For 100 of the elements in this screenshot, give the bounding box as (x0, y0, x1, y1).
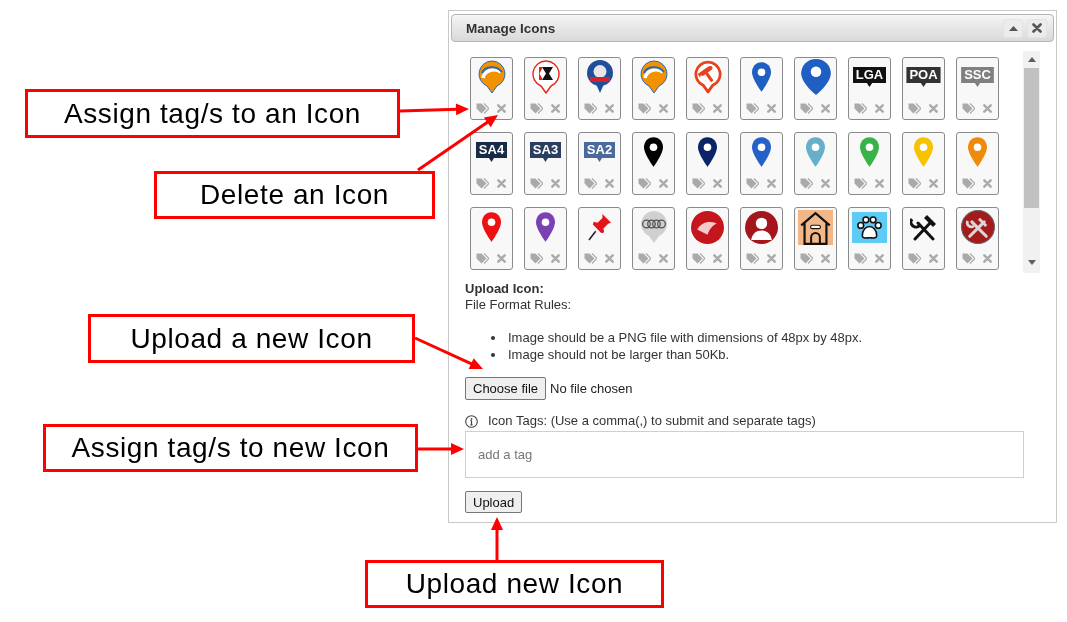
cross-icon[interactable] (875, 254, 884, 263)
tag-icon[interactable] (638, 178, 651, 189)
cross-icon[interactable] (497, 104, 506, 113)
section-heading: Upload Icon: (465, 281, 545, 297)
tag-icon[interactable] (638, 103, 651, 114)
cross-icon[interactable] (767, 104, 776, 113)
tag-icon[interactable] (962, 103, 975, 114)
info-icon (465, 414, 478, 428)
cross-icon[interactable] (497, 179, 506, 188)
cross-icon[interactable] (929, 104, 938, 113)
close-icon (1032, 23, 1042, 33)
cross-icon[interactable] (767, 254, 776, 263)
scrollbar-thumb[interactable] (1024, 68, 1039, 208)
label-marker: LGA (852, 67, 887, 87)
callout-label: Assign tag/s to new Icon (43, 424, 418, 472)
cross-icon[interactable] (659, 179, 668, 188)
tag-icon[interactable] (476, 178, 489, 189)
cross-icon[interactable] (875, 179, 884, 188)
cross-icon[interactable] (713, 254, 722, 263)
callout-label: Upload a new Icon (88, 314, 415, 363)
pushpin-icon (587, 213, 612, 241)
logo-balloon-icon (531, 60, 560, 94)
tag-icon[interactable] (584, 253, 597, 264)
upload-button[interactable]: Upload (465, 491, 523, 513)
label-marker: SA2 (583, 142, 616, 162)
cross-icon[interactable] (767, 179, 776, 188)
tag-icon[interactable] (692, 103, 705, 114)
cross-icon[interactable] (605, 254, 614, 263)
cross-icon[interactable] (551, 254, 560, 263)
scroll-up-icon[interactable] (1027, 57, 1036, 62)
cross-icon[interactable] (605, 179, 614, 188)
tag-icon[interactable] (746, 178, 759, 189)
tag-icon[interactable] (584, 178, 597, 189)
tag-icon[interactable] (800, 178, 813, 189)
caret-up-icon (1008, 25, 1018, 31)
tag-icon[interactable] (638, 253, 651, 264)
cross-icon[interactable] (983, 254, 992, 263)
callout-arrow (418, 443, 464, 455)
rule-text: Image should not be larger than 50Kb. (508, 346, 730, 363)
round-badge-icon (585, 60, 614, 94)
rings-balloon-icon (639, 210, 668, 244)
callout-label: Delete an Icon (154, 171, 435, 219)
swirl-balloon-icon (477, 60, 506, 94)
tag-icon[interactable] (530, 253, 543, 264)
label-marker: SSC (961, 67, 994, 87)
label-marker: POA (906, 67, 941, 87)
cross-icon[interactable] (821, 179, 830, 188)
label-marker: SA4 (475, 142, 508, 162)
tag-icon[interactable] (692, 253, 705, 264)
tag-icon[interactable] (854, 103, 867, 114)
tag-icon[interactable] (854, 178, 867, 189)
tag-icon[interactable] (530, 103, 543, 114)
hammer-balloon-icon (693, 60, 722, 94)
scrollbar-track[interactable] (1023, 51, 1040, 273)
tag-icon[interactable] (908, 103, 921, 114)
collapse-button[interactable] (1003, 18, 1023, 38)
tag-icon[interactable] (962, 253, 975, 264)
tag-input-field[interactable]: add a tag (465, 431, 1024, 478)
cross-icon[interactable] (551, 179, 560, 188)
dialog-title: Manage Icons (466, 20, 556, 36)
cross-icon[interactable] (659, 254, 668, 263)
tags-hint-text: Icon Tags: (Use a comma(,) to submit and separate tags) (488, 413, 816, 429)
cross-icon[interactable] (713, 104, 722, 113)
tag-icon[interactable] (962, 178, 975, 189)
close-button[interactable] (1027, 18, 1047, 38)
callout-label: Upload new Icon (365, 560, 664, 608)
choose-file-button[interactable]: Choose file (465, 377, 547, 400)
cross-icon[interactable] (821, 104, 830, 113)
silhouette-badge-icon (745, 210, 778, 244)
round-logo-icon (691, 210, 724, 244)
tag-icon[interactable] (800, 253, 813, 264)
cross-icon[interactable] (605, 104, 614, 113)
tag-icon[interactable] (800, 103, 813, 114)
crossed-tools-icon (909, 213, 938, 241)
tag-icon[interactable] (854, 253, 867, 264)
tag-icon[interactable] (530, 178, 543, 189)
callout-arrow (414, 336, 483, 370)
cross-icon[interactable] (713, 179, 722, 188)
callout-arrow (491, 517, 503, 560)
cross-icon[interactable] (659, 104, 668, 113)
cross-icon[interactable] (929, 254, 938, 263)
tag-icon[interactable] (908, 253, 921, 264)
tag-icon[interactable] (746, 253, 759, 264)
cross-icon[interactable] (983, 104, 992, 113)
cross-icon[interactable] (497, 254, 506, 263)
bullet-icon (491, 335, 495, 340)
rule-text: Image should be a PNG file with dimensions of 48px by 48px. (508, 329, 863, 346)
tag-icon[interactable] (476, 253, 489, 264)
cross-icon[interactable] (551, 104, 560, 113)
tag-icon[interactable] (476, 103, 489, 114)
tag-icon[interactable] (746, 103, 759, 114)
cross-icon[interactable] (929, 179, 938, 188)
cross-icon[interactable] (875, 104, 884, 113)
tag-icon[interactable] (908, 178, 921, 189)
tag-icon[interactable] (584, 103, 597, 114)
scroll-down-icon[interactable] (1027, 260, 1036, 265)
tag-icon[interactable] (692, 178, 705, 189)
cross-icon[interactable] (821, 254, 830, 263)
cross-icon[interactable] (983, 179, 992, 188)
swirl-balloon-icon (639, 60, 668, 94)
